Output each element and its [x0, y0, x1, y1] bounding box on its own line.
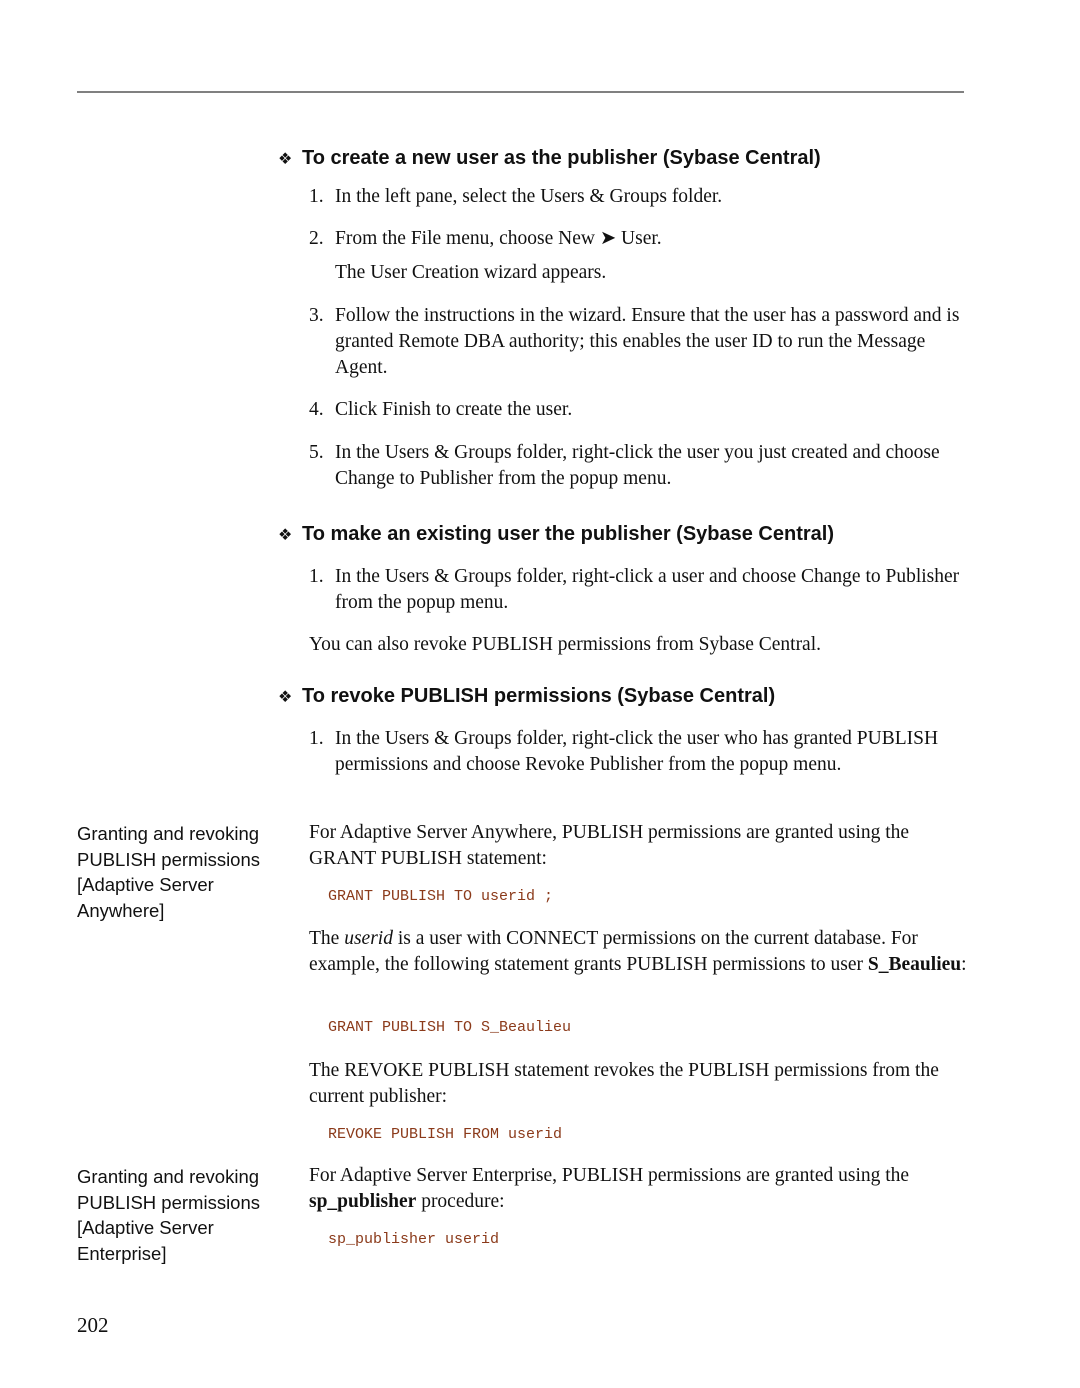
code-sp-publisher: sp_publisher userid — [328, 1231, 500, 1248]
step-number: 5. — [309, 442, 324, 463]
step-number: 1. — [309, 186, 324, 207]
step-number: 2. — [309, 228, 324, 249]
heading-text: To make an existing user the publisher (… — [302, 523, 835, 545]
code-revoke: REVOKE PUBLISH FROM userid — [328, 1126, 563, 1143]
step-item: 2. From the File menu, choose New ➤ User… — [309, 226, 969, 286]
step-item: 4. Click Finish to create the user. — [309, 397, 969, 423]
header-rule — [77, 91, 964, 93]
step-text: In the Users & Groups folder, right-clic… — [335, 728, 939, 775]
diamond-bullet-icon: ❖ — [278, 151, 293, 168]
diamond-bullet-icon: ❖ — [278, 689, 293, 706]
revoke-statement-text: The REVOKE PUBLISH statement revokes the… — [309, 1060, 939, 1107]
text-run: For Adaptive Server Enterprise, PUBLISH … — [309, 1165, 910, 1186]
text-run: procedure: — [416, 1191, 505, 1212]
step-result: The User Creation wizard appears. — [335, 262, 607, 283]
code-grant-userid: GRANT PUBLISH TO userid ; — [328, 888, 554, 905]
step-text: In the Users & Groups folder, right-clic… — [335, 566, 960, 613]
section-heading-revoke: ❖ To revoke PUBLISH permissions (Sybase C… — [278, 683, 775, 711]
step-text: From the File menu, choose New ➤ User. — [335, 228, 662, 249]
example-user: S_Beaulieu — [867, 954, 962, 975]
step-item: 1. In the Users & Groups folder, right-c… — [309, 726, 969, 778]
margin-note-ase: Granting and revoking PUBLISH permission… — [77, 1166, 261, 1264]
asa-intro: For Adaptive Server Anywhere, PUBLISH pe… — [309, 822, 910, 869]
heading-text: To revoke PUBLISH permissions (Sybase Ce… — [302, 685, 776, 707]
step-item: 5. In the Users & Groups folder, right-c… — [309, 440, 969, 492]
revoke-note: You can also revoke PUBLISH permissions … — [309, 634, 822, 655]
step-item: 1. In the left pane, select the Users & … — [309, 184, 969, 210]
text-run: : — [961, 954, 967, 975]
page-number: 202 — [77, 1313, 109, 1337]
step-number: 1. — [309, 566, 324, 587]
step-text: Follow the instructions in the wizard. E… — [335, 305, 960, 378]
margin-note-asa: Granting and revoking PUBLISH permission… — [77, 823, 261, 921]
userid-term: userid — [344, 928, 393, 949]
text-run: The — [309, 928, 345, 949]
code-grant-example: GRANT PUBLISH TO S_Beaulieu — [328, 1019, 572, 1036]
diamond-bullet-icon: ❖ — [278, 527, 293, 544]
text-run: is a user with CONNECT permissions on th… — [309, 928, 918, 975]
ase-intro: For Adaptive Server Enterprise, PUBLISH … — [309, 1163, 969, 1215]
userid-explanation: The userid is a user with CONNECT permis… — [309, 926, 969, 978]
step-number: 3. — [309, 305, 324, 326]
step-item: 1. In the Users & Groups folder, right-c… — [309, 564, 969, 616]
step-item: 3. Follow the instructions in the wizard… — [309, 303, 969, 381]
procedure-name: sp_publisher — [309, 1191, 417, 1212]
step-text: In the Users & Groups folder, right-clic… — [335, 442, 940, 489]
step-text: In the left pane, select the Users & Gro… — [335, 186, 723, 207]
step-number: 1. — [309, 728, 324, 749]
step-text: Click Finish to create the user. — [335, 399, 573, 420]
section-heading-create-user: ❖ To create a new user as the publisher (… — [278, 145, 821, 173]
heading-text: To create a new user as the publisher (S… — [302, 147, 821, 169]
step-number: 4. — [309, 399, 324, 420]
section-heading-existing-user: ❖ To make an existing user the publisher … — [278, 521, 834, 549]
